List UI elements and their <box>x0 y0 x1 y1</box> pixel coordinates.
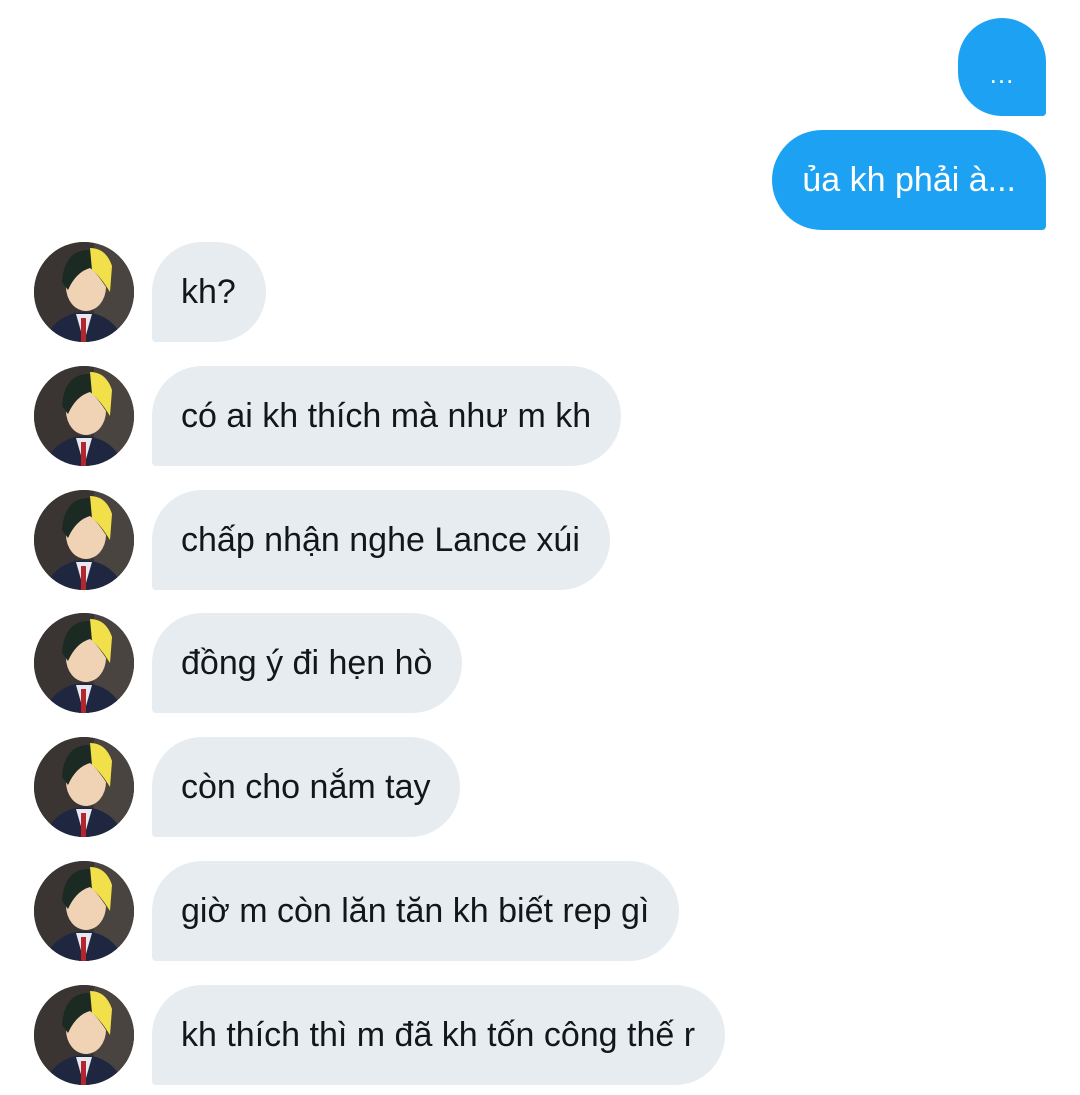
avatar[interactable] <box>34 490 134 590</box>
incoming-message[interactable]: kh thích thì m đã kh tốn công thế r <box>152 985 726 1085</box>
avatar[interactable] <box>34 737 134 837</box>
conversation-thread: ... ủa kh phải à... kh? có ai kh thích m… <box>0 0 1080 1095</box>
outgoing-message[interactable]: ... <box>958 18 1046 116</box>
avatar[interactable] <box>34 985 134 1085</box>
incoming-message[interactable]: giờ m còn lăn tăn kh biết rep gì <box>152 861 680 961</box>
incoming-message[interactable]: đồng ý đi hẹn hò <box>152 613 463 713</box>
message-text: ... <box>989 59 1015 89</box>
message-text: kh thích thì m đã kh tốn công thế r <box>181 1016 696 1054</box>
message-text: ủa kh phải à... <box>802 161 1016 199</box>
incoming-message[interactable]: có ai kh thích mà như m kh <box>152 366 622 466</box>
message-text: có ai kh thích mà như m kh <box>181 397 592 435</box>
avatar[interactable] <box>34 242 134 342</box>
incoming-message[interactable]: kh? <box>152 242 266 342</box>
avatar[interactable] <box>34 861 134 961</box>
avatar[interactable] <box>34 366 134 466</box>
message-text: chấp nhận nghe Lance xúi <box>181 521 580 559</box>
message-text: giờ m còn lăn tăn kh biết rep gì <box>181 892 650 930</box>
incoming-message[interactable]: còn cho nắm tay <box>152 737 461 837</box>
message-text: còn cho nắm tay <box>181 768 431 806</box>
message-text: kh? <box>181 273 236 311</box>
outgoing-message[interactable]: ủa kh phải à... <box>772 130 1046 230</box>
incoming-message[interactable]: chấp nhận nghe Lance xúi <box>152 490 610 590</box>
avatar[interactable] <box>34 613 134 713</box>
message-text: đồng ý đi hẹn hò <box>181 644 433 682</box>
